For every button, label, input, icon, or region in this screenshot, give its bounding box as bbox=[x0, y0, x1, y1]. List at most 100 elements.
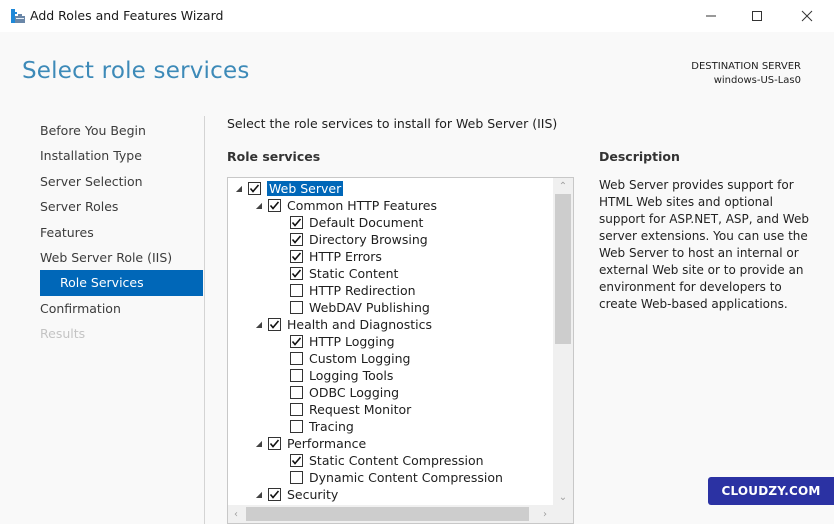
checkmark-icon bbox=[291, 456, 302, 465]
tree-item[interactable]: ◢ Performance bbox=[228, 435, 554, 452]
nav-item-results: Results bbox=[40, 326, 86, 342]
checkbox[interactable] bbox=[268, 437, 281, 450]
checkbox[interactable] bbox=[290, 301, 303, 314]
nav-item-installation-type[interactable]: Installation Type bbox=[40, 143, 203, 168]
role-services-label: Role services bbox=[227, 149, 321, 164]
minimize-button[interactable] bbox=[688, 0, 734, 32]
server-manager-icon bbox=[10, 8, 26, 24]
tree-item-label: Static Content bbox=[309, 266, 399, 281]
vertical-scrollbar[interactable]: ⌃ ⌄ bbox=[553, 178, 573, 505]
scroll-right-icon[interactable]: › bbox=[537, 505, 553, 523]
description-text: Web Server provides support for HTML Web… bbox=[599, 178, 809, 311]
tree-item-label: Custom Logging bbox=[309, 351, 411, 366]
scroll-up-icon[interactable]: ⌃ bbox=[553, 178, 573, 194]
wizard-nav: Before You Begin Installation Type Serve… bbox=[40, 118, 203, 347]
role-services-tree[interactable]: ◢ Web Server ◢ Common HTTP Features Default … bbox=[227, 177, 574, 524]
expand-arrow-icon[interactable]: ◢ bbox=[254, 439, 264, 449]
checkbox[interactable] bbox=[290, 284, 303, 297]
checkbox[interactable] bbox=[290, 369, 303, 382]
checkbox[interactable] bbox=[290, 216, 303, 229]
checkmark-icon bbox=[291, 218, 302, 227]
close-icon bbox=[801, 10, 813, 22]
tree-item[interactable]: Default Document bbox=[228, 214, 554, 231]
checkmark-icon bbox=[291, 337, 302, 346]
tree-item-label: HTTP Redirection bbox=[309, 283, 416, 298]
checkbox[interactable] bbox=[290, 267, 303, 280]
tree-item-label: Logging Tools bbox=[309, 368, 394, 383]
expand-arrow-icon[interactable]: ◢ bbox=[234, 184, 244, 194]
horizontal-scroll-thumb[interactable] bbox=[246, 507, 529, 521]
checkbox[interactable] bbox=[290, 471, 303, 484]
nav-divider bbox=[204, 116, 205, 524]
tree-item[interactable]: ◢ Web Server bbox=[228, 180, 554, 197]
tree-item-label: Request Monitor bbox=[309, 402, 412, 417]
nav-item-web-server-role[interactable]: Web Server Role (IIS) bbox=[40, 245, 203, 270]
tree-item-label: HTTP Errors bbox=[309, 249, 382, 264]
scroll-left-icon[interactable]: ‹ bbox=[228, 505, 244, 523]
nav-item-confirmation[interactable]: Confirmation bbox=[40, 296, 203, 321]
tree-item-label: Default Document bbox=[309, 215, 424, 230]
vertical-scroll-thumb[interactable] bbox=[555, 194, 571, 344]
checkbox[interactable] bbox=[290, 233, 303, 246]
destination-server: DESTINATION SERVER windows-US-Las0 bbox=[691, 60, 801, 88]
checkbox[interactable] bbox=[290, 335, 303, 348]
minimize-icon bbox=[706, 15, 716, 17]
nav-item-server-selection[interactable]: Server Selection bbox=[40, 169, 203, 194]
tree-item[interactable]: HTTP Errors bbox=[228, 248, 554, 265]
tree-item-label: HTTP Logging bbox=[309, 334, 395, 349]
checkmark-icon bbox=[291, 235, 302, 244]
tree-item[interactable]: ODBC Logging bbox=[228, 384, 554, 401]
tree-item[interactable]: Tracing bbox=[228, 418, 554, 435]
tree-item[interactable]: HTTP Logging bbox=[228, 333, 554, 350]
tree-item[interactable]: ◢ Common HTTP Features bbox=[228, 197, 554, 214]
tree-rows: ◢ Web Server ◢ Common HTTP Features Default … bbox=[228, 180, 554, 503]
tree-item-label: Static Content Compression bbox=[309, 453, 484, 468]
checkbox[interactable] bbox=[268, 199, 281, 212]
tree-item[interactable]: ◢ Security bbox=[228, 486, 554, 503]
tree-item[interactable]: ◢ Health and Diagnostics bbox=[228, 316, 554, 333]
checkbox[interactable] bbox=[290, 454, 303, 467]
tree-item[interactable]: WebDAV Publishing bbox=[228, 299, 554, 316]
checkbox[interactable] bbox=[268, 488, 281, 501]
tree-item[interactable]: Static Content Compression bbox=[228, 452, 554, 469]
tree-item[interactable]: Logging Tools bbox=[228, 367, 554, 384]
nav-item-before-you-begin[interactable]: Before You Begin bbox=[40, 118, 203, 143]
tree-item[interactable]: Custom Logging bbox=[228, 350, 554, 367]
checkmark-icon bbox=[249, 184, 260, 193]
maximize-button[interactable] bbox=[734, 0, 780, 32]
checkbox[interactable] bbox=[290, 386, 303, 399]
cloudzy-watermark: CLOUDZY.COM bbox=[708, 477, 834, 505]
tree-item[interactable]: HTTP Redirection bbox=[228, 282, 554, 299]
tree-item-label: Dynamic Content Compression bbox=[309, 470, 503, 485]
window-title: Add Roles and Features Wizard bbox=[30, 8, 224, 23]
expand-arrow-icon[interactable]: ◢ bbox=[254, 490, 264, 500]
checkbox[interactable] bbox=[290, 250, 303, 263]
checkmark-icon bbox=[269, 201, 280, 210]
tree-item-label: Performance bbox=[287, 436, 367, 451]
scroll-down-icon[interactable]: ⌄ bbox=[553, 489, 573, 505]
checkbox[interactable] bbox=[290, 403, 303, 416]
nav-item-features[interactable]: Features bbox=[40, 220, 203, 245]
expand-arrow-icon[interactable]: ◢ bbox=[254, 320, 264, 330]
expand-arrow-icon[interactable]: ◢ bbox=[254, 201, 264, 211]
tree-item[interactable]: Dynamic Content Compression bbox=[228, 469, 554, 486]
checkmark-icon bbox=[291, 252, 302, 261]
tree-item[interactable]: Directory Browsing bbox=[228, 231, 554, 248]
tree-item-label: Tracing bbox=[309, 419, 354, 434]
nav-item-role-services[interactable]: Role Services bbox=[40, 270, 203, 296]
tree-item[interactable]: Static Content bbox=[228, 265, 554, 282]
horizontal-scrollbar[interactable]: ‹ › bbox=[228, 505, 553, 523]
close-button[interactable] bbox=[784, 0, 830, 32]
checkbox[interactable] bbox=[268, 318, 281, 331]
checkmark-icon bbox=[269, 320, 280, 329]
checkbox[interactable] bbox=[290, 352, 303, 365]
tree-item[interactable]: Request Monitor bbox=[228, 401, 554, 418]
tree-item-label: Directory Browsing bbox=[309, 232, 428, 247]
tree-item-label: Web Server bbox=[267, 181, 344, 196]
checkbox[interactable] bbox=[290, 420, 303, 433]
nav-item-server-roles[interactable]: Server Roles bbox=[40, 194, 203, 219]
checkmark-icon bbox=[269, 439, 280, 448]
page-title: Select role services bbox=[22, 58, 250, 84]
checkbox[interactable] bbox=[248, 182, 261, 195]
tree-item-label: Health and Diagnostics bbox=[287, 317, 433, 332]
